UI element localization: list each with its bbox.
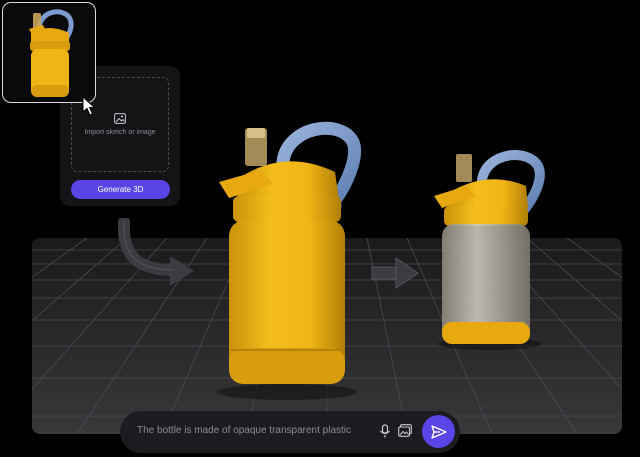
image-icon[interactable] — [398, 424, 412, 437]
bottle-model-opaque — [217, 121, 362, 400]
image-upload-icon — [114, 113, 126, 124]
microphone-icon[interactable] — [379, 424, 391, 438]
bottle-thumbnail-image — [29, 9, 74, 97]
dropzone-label: Import sketch or image — [84, 129, 156, 136]
prompt-input-text[interactable]: The bottle is made of opaque transparent… — [137, 425, 351, 436]
arrow-right-icon — [118, 218, 194, 286]
send-button[interactable] — [422, 415, 455, 448]
uploaded-image-thumbnail[interactable] — [2, 2, 96, 103]
arrow-right-icon — [371, 257, 419, 289]
generate-3d-button[interactable]: Generate 3D — [71, 180, 170, 199]
mouse-pointer-icon — [82, 96, 96, 116]
send-icon — [430, 424, 447, 439]
bottle-model-translucent — [434, 150, 545, 350]
